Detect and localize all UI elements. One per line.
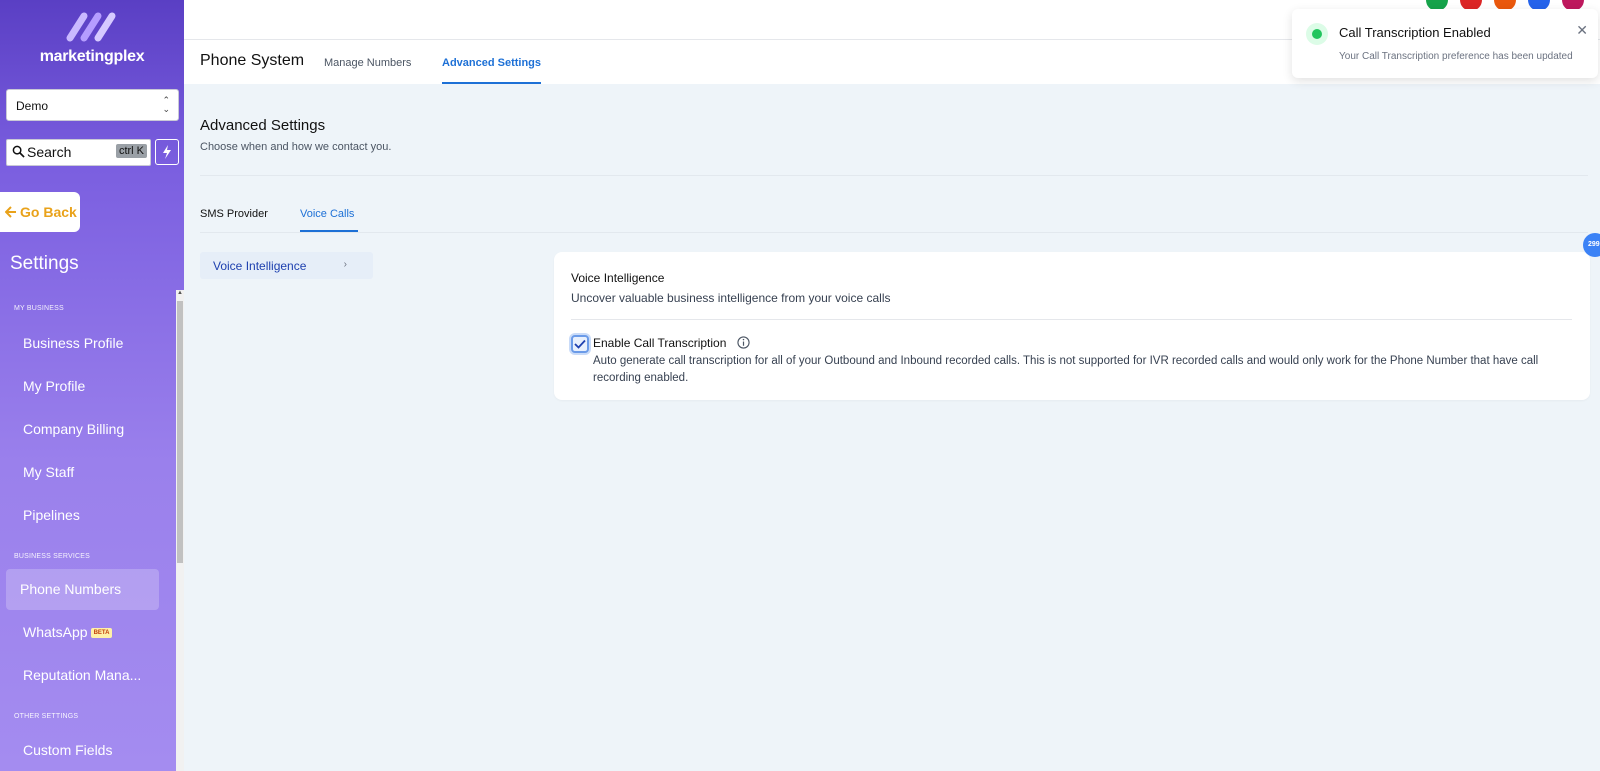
info-icon[interactable] — [737, 336, 750, 349]
divider — [200, 175, 1588, 176]
card-subtitle: Uncover valuable business intelligence f… — [571, 291, 891, 305]
enable-call-transcription-checkbox[interactable] — [571, 335, 589, 353]
quick-actions-button[interactable] — [155, 139, 179, 165]
voice-intelligence-card: Voice Intelligence Uncover valuable busi… — [554, 252, 1590, 400]
logo-text: marketingplex — [39, 48, 145, 65]
sidebar-item-reputation[interactable]: Reputation Mana... — [23, 667, 141, 683]
search-input[interactable]: Search ctrl K — [6, 139, 151, 166]
settings-nav: MY BUSINESS Business Profile My Profile … — [0, 290, 176, 771]
toast-notification: Call Transcription Enabled Your Call Tra… — [1292, 9, 1598, 78]
checkmark-icon — [574, 339, 586, 349]
sidebar-item-phone-numbers[interactable]: Phone Numbers — [6, 569, 159, 610]
divider — [200, 232, 1588, 233]
account-select-value: Demo — [16, 99, 49, 113]
menu-item-voice-intelligence[interactable]: Voice Intelligence › — [200, 252, 373, 279]
chevron-right-icon: › — [343, 259, 347, 270]
logo[interactable]: marketingplex — [0, 8, 184, 66]
sidebar-item-whatsapp[interactable]: WhatsApp BETA — [23, 624, 113, 640]
settings-title: Settings — [10, 253, 79, 274]
divider — [571, 319, 1572, 320]
section-heading: Advanced Settings — [200, 117, 326, 134]
tab-manage-numbers[interactable]: Manage Numbers — [324, 57, 411, 69]
scroll-up-icon[interactable]: ▲ — [176, 290, 184, 300]
sidebar-item-my-profile[interactable]: My Profile — [23, 378, 85, 394]
toast-title: Call Transcription Enabled — [1339, 25, 1491, 40]
page-title: Phone System — [200, 52, 305, 69]
beta-badge: BETA — [90, 628, 113, 639]
sidebar-scrollbar-thumb[interactable] — [177, 301, 183, 563]
search-label: Search — [27, 144, 72, 160]
select-arrows-icon: ⌃ ⌄ — [162, 95, 170, 114]
tab-sms-provider[interactable]: SMS Provider — [200, 208, 268, 220]
search-icon — [12, 145, 25, 158]
tab-voice-calls[interactable]: Voice Calls — [300, 208, 354, 220]
section-subheading: Choose when and how we contact you. — [200, 141, 392, 153]
sidebar-item-custom-fields[interactable]: Custom Fields — [23, 742, 112, 758]
active-tab-indicator — [442, 82, 541, 84]
sidebar-item-pipelines[interactable]: Pipelines — [23, 507, 80, 523]
card-title: Voice Intelligence — [571, 271, 665, 285]
account-select[interactable]: Demo ⌃ ⌄ — [6, 89, 179, 121]
tab-advanced-settings[interactable]: Advanced Settings — [442, 57, 541, 69]
sidebar-item-label: Phone Numbers — [20, 581, 122, 597]
sidebar-item-company-billing[interactable]: Company Billing — [23, 421, 124, 437]
lightning-icon — [163, 145, 171, 159]
toast-message: Your Call Transcription preference has b… — [1339, 51, 1573, 62]
sidebar-item-my-staff[interactable]: My Staff — [23, 464, 74, 480]
success-icon — [1306, 23, 1328, 45]
notification-count-badge[interactable]: 299 — [1583, 233, 1600, 257]
sidebar-item-business-profile[interactable]: Business Profile — [23, 335, 123, 351]
go-back-label: Go Back — [20, 204, 77, 220]
go-back-button[interactable]: Go Back — [0, 192, 80, 232]
section-label-my-business: MY BUSINESS — [14, 305, 64, 312]
section-label-other-settings: OTHER SETTINGS — [14, 713, 79, 720]
arrow-left-icon — [5, 206, 16, 218]
sidebar: marketingplex Demo ⌃ ⌄ Search ctrl K Go B… — [0, 0, 184, 771]
logo-mark-icon — [66, 12, 116, 42]
close-icon[interactable]: ✕ — [1576, 22, 1588, 39]
section-label-business-services: BUSINESS SERVICES — [14, 553, 91, 560]
option-label: Enable Call Transcription — [593, 336, 727, 350]
menu-item-label: Voice Intelligence — [213, 259, 307, 273]
option-description: Auto generate call transcription for all… — [593, 355, 1539, 384]
search-shortcut-badge: ctrl K — [115, 144, 147, 158]
sidebar-item-label: WhatsApp — [23, 624, 88, 640]
